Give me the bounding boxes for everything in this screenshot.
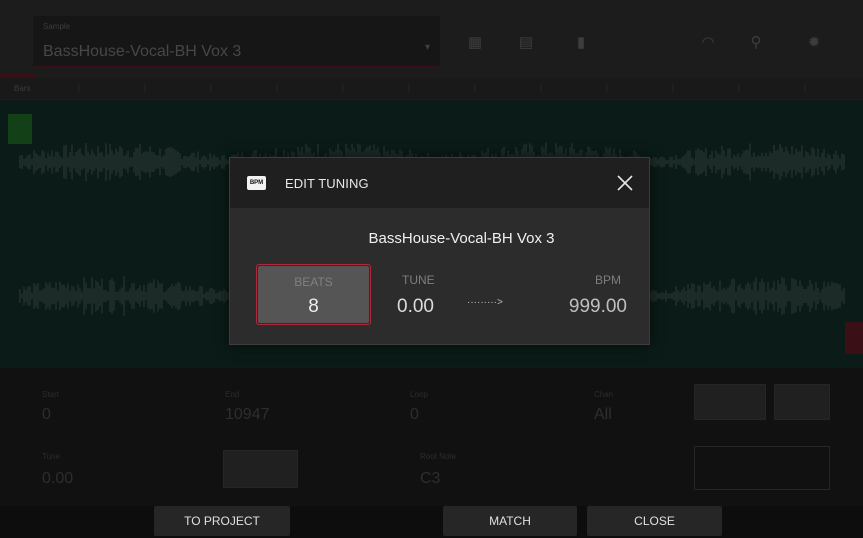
beats-value: 8 [308, 296, 319, 317]
background-button[interactable] [694, 384, 766, 420]
param-label: Root Note [420, 452, 457, 461]
sample-select-label: Sample [43, 22, 71, 31]
slice-icon[interactable]: ▤ [514, 34, 538, 52]
ruler-tick: | [606, 85, 608, 92]
dialog-title: EDIT TUNING [285, 176, 369, 191]
background-button-outline[interactable] [694, 446, 830, 490]
grid-icon[interactable]: ▦ [467, 34, 483, 52]
param-label: Start [42, 390, 59, 399]
ruler-tick: | [804, 85, 806, 92]
document-icon[interactable]: ▮ [573, 34, 589, 52]
ruler-tick: | [408, 85, 410, 92]
gear-icon[interactable]: ✹ [806, 34, 822, 52]
ruler-tick: | [738, 85, 740, 92]
tune-value[interactable]: 0.00 [397, 296, 434, 318]
background-button[interactable] [223, 450, 298, 488]
bpm-value: 999.00 [568, 296, 627, 317]
close-icon[interactable] [613, 171, 637, 195]
headphones-icon[interactable]: ◠ [700, 34, 716, 52]
ruler-tick: | [144, 85, 146, 92]
background-button[interactable] [774, 384, 830, 420]
param-value[interactable]: 10947 [225, 406, 270, 424]
parameter-panel: Start 0 End 10947 Loop 0 Chan All Tune 0… [0, 368, 863, 506]
sample-name: BassHouse-Vocal-BH Vox 3 [368, 230, 555, 247]
to-project-button[interactable]: TO PROJECT [154, 506, 290, 536]
param-value[interactable]: All [594, 406, 612, 424]
param-value[interactable]: 0 [410, 406, 419, 424]
sample-select-value: BassHouse-Vocal-BH Vox 3 [43, 43, 242, 60]
beats-label: BEATS [294, 275, 333, 289]
ruler-tick: | [540, 85, 542, 92]
sample-select[interactable]: Sample BassHouse-Vocal-BH Vox 3 ▾ [33, 16, 440, 68]
ruler-tick: | [474, 85, 476, 92]
close-button[interactable]: CLOSE [587, 506, 722, 536]
ruler-label: Bars [14, 84, 31, 93]
beats-field[interactable]: BEATS 8 [256, 264, 371, 325]
param-label: Tune [42, 452, 60, 461]
match-button[interactable]: MATCH [443, 506, 577, 536]
param-label: End [225, 390, 240, 399]
edit-tuning-dialog: BPM EDIT TUNING BassHouse-Vocal-BH Vox 3… [229, 157, 650, 345]
ruler-tick: | [342, 85, 344, 92]
screen: Sample BassHouse-Vocal-BH Vox 3 ▾ ▦ ▤ ▮ … [0, 0, 863, 538]
param-value[interactable]: C3 [420, 470, 440, 488]
ruler-tick: | [672, 85, 674, 92]
bottom-bar: TO PROJECT MATCH CLOSE [0, 506, 863, 538]
beats-field-inner: BEATS 8 [258, 266, 369, 323]
bpm-icon: BPM [247, 176, 266, 190]
ruler-tick: | [276, 85, 278, 92]
arrow-right-icon: ·········> [467, 297, 503, 308]
param-value[interactable]: 0 [42, 406, 51, 424]
param-label: Chan [594, 390, 614, 399]
zoom-icon[interactable]: ⚲ [748, 34, 764, 52]
ruler-tick: | [210, 85, 212, 92]
param-label: Loop [410, 390, 428, 399]
chevron-down-icon: ▾ [424, 42, 430, 53]
tune-label: TUNE [402, 273, 435, 287]
param-value[interactable]: 0.00 [42, 470, 73, 488]
bpm-label: BPM [594, 273, 621, 287]
timeline-ruler: Bars | | | | | | | | | | | | [0, 78, 863, 100]
top-bar: Sample BassHouse-Vocal-BH Vox 3 ▾ ▦ ▤ ▮ … [0, 0, 863, 78]
mode-indicator [0, 74, 35, 77]
ruler-tick: | [78, 85, 80, 92]
dialog-header: BPM EDIT TUNING [230, 158, 649, 208]
